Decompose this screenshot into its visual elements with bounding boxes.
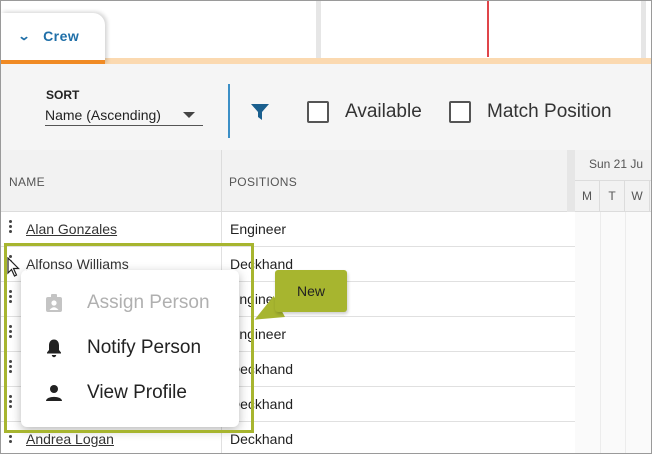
menu-item-label: Notify Person xyxy=(87,337,202,358)
column-separator xyxy=(221,212,222,247)
crew-name-link[interactable]: Alan Gonzales xyxy=(26,221,117,237)
calendar-cells[interactable] xyxy=(575,387,651,422)
menu-item-label: View Profile xyxy=(87,382,187,403)
timeline-divider xyxy=(316,1,321,59)
crew-toolbar: SORT Name (Ascending) Available Match Po… xyxy=(1,64,651,150)
calendar-cells[interactable] xyxy=(575,422,651,453)
crew-position: Deckhand xyxy=(230,431,294,447)
tab-strip: ⌄ Crew xyxy=(1,1,651,64)
toolbar-divider xyxy=(228,84,230,138)
day-header: T xyxy=(600,181,625,213)
callout-text: New xyxy=(296,283,325,299)
new-callout: New xyxy=(275,270,347,312)
menu-item-assign-person[interactable]: Assign Person xyxy=(21,281,239,325)
table-row: Alan Gonzales Engineer xyxy=(1,212,651,247)
sort-dropdown[interactable]: Name (Ascending) xyxy=(45,106,203,126)
menu-item-view-profile[interactable]: View Profile xyxy=(21,371,239,415)
bell-icon xyxy=(47,339,61,358)
row-menu-icon[interactable] xyxy=(9,220,13,235)
crew-name-link[interactable]: Andrea Logan xyxy=(26,431,114,447)
crew-position: Deckhand xyxy=(230,361,294,377)
row-menu-icon[interactable] xyxy=(9,290,13,305)
crew-scheduler-window: ⌄ Crew SORT Name (Ascending) Available M… xyxy=(0,0,652,454)
name-column-header[interactable]: NAME xyxy=(9,175,45,189)
badge-icon xyxy=(46,294,62,312)
calendar-cells[interactable] xyxy=(575,212,651,247)
grid-header: NAME POSITIONS Sun 21 Ju M T W xyxy=(1,150,651,213)
sort-value: Name (Ascending) xyxy=(45,107,161,123)
calendar-cells[interactable] xyxy=(575,247,651,282)
dropdown-caret-icon xyxy=(183,112,195,118)
day-header: M xyxy=(575,181,600,213)
mouse-cursor-icon xyxy=(7,257,20,277)
row-menu-icon[interactable] xyxy=(9,395,13,410)
menu-item-notify-person[interactable]: Notify Person xyxy=(21,326,239,370)
calendar-cells[interactable] xyxy=(575,317,651,352)
day-header: W xyxy=(625,181,650,213)
sort-label: SORT xyxy=(46,88,80,102)
match-position-checkbox[interactable] xyxy=(449,101,471,123)
person-icon xyxy=(46,385,62,401)
tab-crew-label: Crew xyxy=(43,27,80,44)
positions-column-header[interactable]: POSITIONS xyxy=(229,175,297,189)
crew-position: Deckhand xyxy=(230,396,294,412)
menu-item-label: Assign Person xyxy=(87,292,210,313)
calendar-date-label: Sun 21 Ju xyxy=(589,157,644,171)
calendar-cells[interactable] xyxy=(575,282,651,317)
available-checkbox[interactable] xyxy=(307,101,329,123)
column-separator[interactable] xyxy=(221,150,222,212)
tab-crew[interactable]: ⌄ Crew xyxy=(1,13,105,64)
row-menu-icon[interactable] xyxy=(9,430,13,445)
row-menu-icon[interactable] xyxy=(9,325,13,340)
row-menu-icon[interactable] xyxy=(9,360,13,375)
chevron-down-icon[interactable]: ⌄ xyxy=(17,29,30,43)
filter-icon[interactable] xyxy=(250,102,270,122)
available-label[interactable]: Available xyxy=(345,101,422,123)
timeline-divider xyxy=(641,1,646,59)
match-position-label[interactable]: Match Position xyxy=(487,101,612,123)
row-context-menu: Assign Person Notify Person View Profile xyxy=(21,270,239,427)
today-marker xyxy=(487,1,489,57)
crew-position: Engineer xyxy=(230,221,287,237)
calendar-days: M T W xyxy=(575,180,651,213)
calendar-cells[interactable] xyxy=(575,352,651,387)
